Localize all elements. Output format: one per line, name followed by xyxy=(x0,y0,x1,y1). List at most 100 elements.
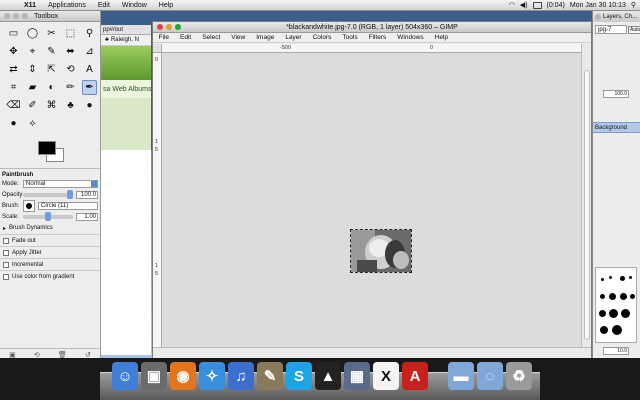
layer-opacity-value[interactable]: 100.0 xyxy=(603,90,629,98)
mode-select[interactable]: Normal xyxy=(23,179,98,188)
tool-icon[interactable]: ✎ xyxy=(44,44,59,59)
gradient-option[interactable]: Use color from gradient xyxy=(0,270,100,282)
tool-icon[interactable]: ⟡ xyxy=(25,116,40,131)
apply-jitter-option[interactable]: Apply Jitter xyxy=(0,246,100,258)
brush-swatch[interactable] xyxy=(608,275,613,280)
toolbox-titlebar[interactable]: Toolbox xyxy=(0,11,100,22)
close-button[interactable] xyxy=(4,13,10,19)
tool-icon[interactable]: ⊿ xyxy=(82,44,97,59)
layers-titlebar[interactable]: Layers, Ch... xyxy=(593,11,640,22)
brush-select[interactable]: Circle (11) xyxy=(38,201,98,210)
url-bar[interactable]: pp#/out xyxy=(101,25,151,35)
gimp-menu-tools[interactable]: Tools xyxy=(337,34,363,41)
gimp-menu-layer[interactable]: Layer xyxy=(280,34,307,41)
auto-button[interactable]: Auto xyxy=(628,26,640,34)
incremental-checkbox[interactable] xyxy=(3,261,9,268)
scale-slider[interactable] xyxy=(23,211,73,221)
opacity-slider-thumb[interactable] xyxy=(67,189,73,199)
volume-icon[interactable]: ◀) xyxy=(520,1,528,9)
menu-app-x11[interactable]: X11 xyxy=(18,2,42,9)
foreground-color[interactable] xyxy=(38,141,56,155)
tool-icon[interactable]: ⇱ xyxy=(44,62,59,77)
tool-icon[interactable]: ⌫ xyxy=(6,98,21,113)
tool-icon[interactable]: ⌘ xyxy=(44,98,59,113)
dock-safari-icon[interactable]: ✧ xyxy=(199,362,225,390)
gradient-checkbox[interactable] xyxy=(3,273,9,280)
menu-help[interactable]: Help xyxy=(153,2,179,9)
tool-icon[interactable]: ✏ xyxy=(63,80,78,95)
brush-swatch[interactable] xyxy=(612,325,622,335)
brush-swatch[interactable] xyxy=(621,309,630,318)
fade-out-option[interactable]: Fade out xyxy=(0,234,100,246)
brush-swatch[interactable] xyxy=(600,294,605,299)
scale-slider-thumb[interactable] xyxy=(45,211,51,221)
dock-firefox-icon[interactable]: ◉ xyxy=(170,362,196,390)
brush-swatch[interactable] xyxy=(601,278,604,281)
image-select[interactable]: jpg-7 xyxy=(595,25,627,34)
dock-trash-icon[interactable]: ♻ xyxy=(506,362,532,390)
dock-finder-icon[interactable]: ☺ xyxy=(112,362,138,390)
dock-applications-folder-icon[interactable]: ▬ xyxy=(448,362,474,390)
brush-swatch[interactable] xyxy=(630,294,635,299)
top-ruler[interactable]: -500 0 xyxy=(162,44,582,53)
tool-icon[interactable]: ⇕ xyxy=(25,62,40,77)
dock-documents-folder-icon[interactable]: ◌ xyxy=(477,362,503,390)
tool-icon[interactable]: ● xyxy=(6,116,21,131)
gimp-menu-view[interactable]: View xyxy=(226,34,251,41)
incremental-option[interactable]: Incremental xyxy=(0,258,100,270)
gimp-menu-help[interactable]: Help xyxy=(429,34,453,41)
apply-jitter-checkbox[interactable] xyxy=(3,249,9,256)
menu-edit[interactable]: Edit xyxy=(92,2,116,9)
tool-icon[interactable]: ⌗ xyxy=(6,80,21,95)
tool-icon[interactable]: ◯ xyxy=(25,26,40,41)
dock-acrobat-icon[interactable]: A xyxy=(402,362,428,390)
brush-swatch[interactable] xyxy=(620,293,627,300)
tool-icon[interactable]: ⇄ xyxy=(6,62,21,77)
gimp-menu-filters[interactable]: Filters xyxy=(363,34,392,41)
tool-icon[interactable]: ⚲ xyxy=(82,26,97,41)
tool-icon[interactable]: A xyxy=(82,62,97,77)
wifi-icon[interactable]: ◠ xyxy=(509,1,515,9)
layer-row-background[interactable]: Background xyxy=(593,122,640,133)
dock-gimp-icon[interactable]: ✎ xyxy=(257,362,283,390)
brush-dynamics-expander[interactable]: ▸ Brush Dynamics xyxy=(0,222,100,234)
battery-icon[interactable] xyxy=(532,1,542,9)
gimp-menu-windows[interactable]: Windows xyxy=(392,34,429,41)
scale-value[interactable]: 1.00 xyxy=(76,212,98,221)
tool-icon[interactable]: ✐ xyxy=(25,98,40,113)
tool-icon[interactable]: ⬚ xyxy=(63,26,78,41)
tool-icon[interactable]: ⌖ xyxy=(25,44,40,59)
dock-itunes-icon[interactable]: ♫ xyxy=(228,362,254,390)
menu-applications[interactable]: Applications xyxy=(42,2,92,9)
dock-preview-icon[interactable]: ▦ xyxy=(344,362,370,390)
gimp-titlebar[interactable]: *blackandwhite.jpg-7.0 (RGB, 1 layer) 50… xyxy=(153,22,591,33)
minimize-button[interactable] xyxy=(13,13,19,19)
vertical-scrollbar[interactable] xyxy=(581,44,591,349)
tool-icon[interactable]: ⬌ xyxy=(63,44,78,59)
tool-icon[interactable]: ⟲ xyxy=(63,62,78,77)
brush-preview[interactable] xyxy=(23,199,35,212)
bookmark-item[interactable]: ♣ Raleigh, N xyxy=(101,35,151,46)
opacity-slider[interactable] xyxy=(23,189,73,199)
brush-swatch[interactable] xyxy=(609,309,618,318)
tool-icon[interactable]: ● xyxy=(82,98,97,113)
dock-photos-icon[interactable]: ▣ xyxy=(141,362,167,390)
opacity-value[interactable]: 100.0 xyxy=(76,190,98,199)
tool-icon[interactable]: ▭ xyxy=(6,26,21,41)
gimp-menu-file[interactable]: File xyxy=(153,34,174,41)
menubar-clock[interactable]: Mon Jan 30 10:13 xyxy=(570,2,626,9)
brush-spacing-value[interactable]: 10.0 xyxy=(603,347,629,355)
brush-swatch[interactable] xyxy=(600,326,608,334)
gimp-menu-colors[interactable]: Colors xyxy=(307,34,337,41)
dock-skype-icon[interactable]: S xyxy=(286,362,312,390)
image-layer-photo[interactable] xyxy=(350,229,412,273)
color-swatches[interactable] xyxy=(0,139,100,165)
scrollbar-thumb[interactable] xyxy=(584,70,590,340)
zoom-button[interactable] xyxy=(22,13,28,19)
tool-icon[interactable]: ◐ xyxy=(44,80,59,95)
menu-window[interactable]: Window xyxy=(116,2,153,9)
left-ruler[interactable]: 0 1 5 1 5 xyxy=(153,53,162,349)
spotlight-icon[interactable]: ⚲ xyxy=(631,1,636,9)
ruler-corner-button[interactable] xyxy=(153,44,162,53)
close-button[interactable] xyxy=(595,13,601,20)
